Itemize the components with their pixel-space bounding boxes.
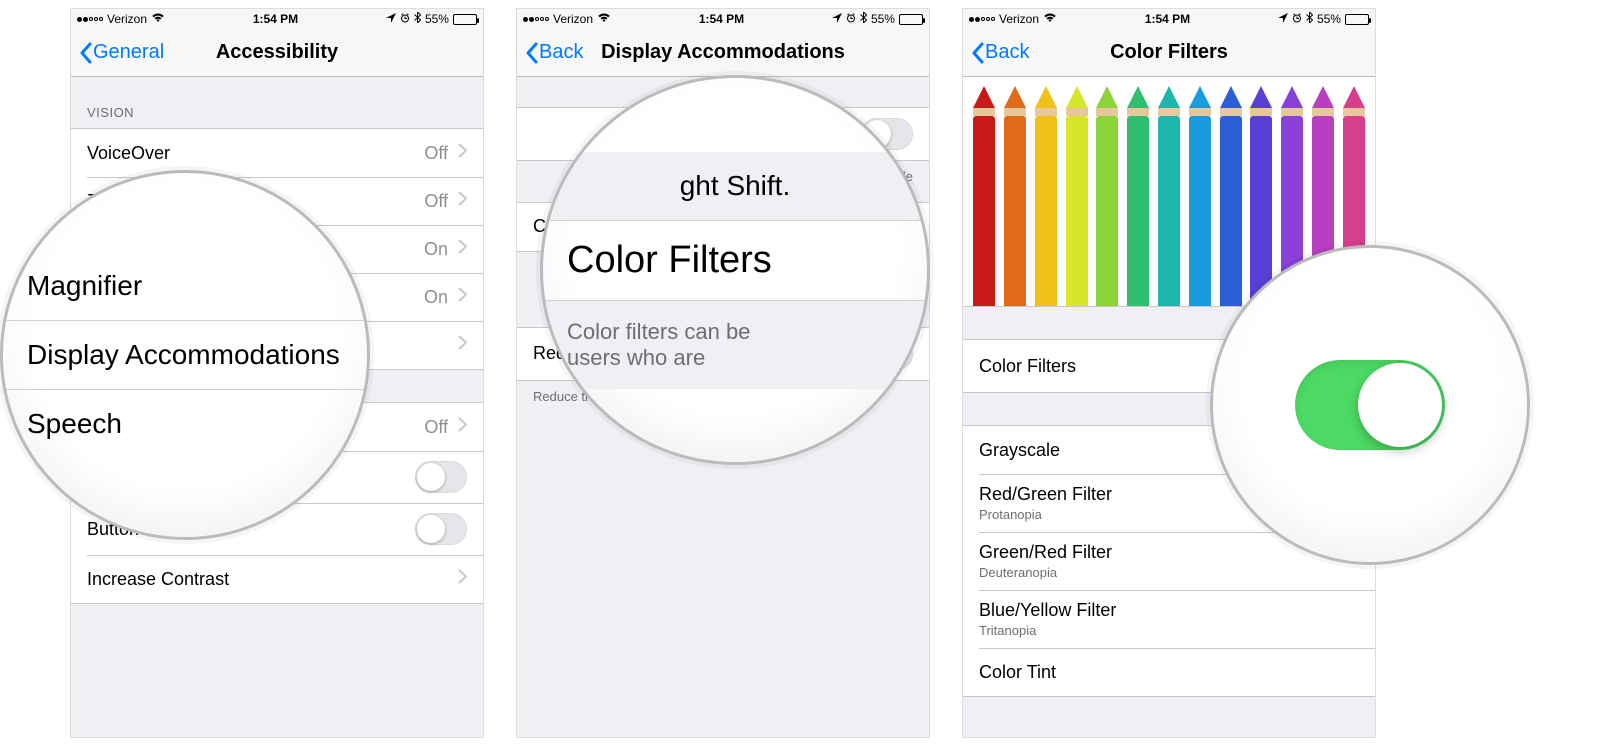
chevron-right-icon <box>458 191 467 211</box>
chevron-right-icon <box>458 569 467 589</box>
back-button[interactable]: Back <box>963 41 1029 64</box>
alarm-icon <box>846 12 856 26</box>
row-color-tint[interactable]: Color Tint <box>963 648 1375 696</box>
carrier-label: Verizon <box>999 12 1039 26</box>
magnifier-lens-2: ght Shift. Color Filters Color filters c… <box>540 75 930 465</box>
lens-text: ght Shift. <box>680 170 791 201</box>
battery-pct: 55% <box>1317 12 1341 26</box>
back-button[interactable]: General <box>71 41 164 64</box>
lens-text: Display Accommodations <box>27 339 340 370</box>
chevron-right-icon <box>458 239 467 259</box>
row-value: On <box>424 287 448 308</box>
back-label: General <box>93 41 164 64</box>
row-voiceover[interactable]: VoiceOver Off <box>71 129 483 177</box>
row-label: VoiceOver <box>87 143 170 164</box>
row-increase-contrast[interactable]: Increase Contrast <box>71 555 483 603</box>
alarm-icon <box>1292 12 1302 26</box>
status-time: 1:54 PM <box>699 12 744 26</box>
row-label: Color Filters <box>979 356 1076 377</box>
nav-bar: General Accessibility <box>71 29 483 77</box>
wifi-icon <box>597 12 611 26</box>
magnifier-lens-3 <box>1210 245 1530 565</box>
chevron-right-icon <box>458 287 467 307</box>
toggle-bold-text[interactable] <box>415 461 467 493</box>
row-sublabel: Deuteranopia <box>979 565 1112 580</box>
row-label: Red/Green Filter <box>979 484 1112 505</box>
row-blue-yellow[interactable]: Blue/Yellow Filter Tritanopia <box>963 590 1375 648</box>
pencil-icon <box>1094 86 1120 306</box>
toggle-color-filters-zoomed <box>1295 360 1445 450</box>
status-time: 1:54 PM <box>253 12 298 26</box>
row-label: Increase Contrast <box>87 569 229 590</box>
status-bar: Verizon 1:54 PM 55% <box>71 9 483 29</box>
lens-text: Speech <box>27 408 122 439</box>
battery-icon <box>899 14 923 25</box>
bluetooth-icon <box>1306 12 1313 26</box>
battery-pct: 55% <box>871 12 895 26</box>
chevron-right-icon <box>458 335 467 355</box>
row-value: Off <box>424 143 448 164</box>
back-label: Back <box>539 41 583 64</box>
status-bar: Verizon 1:54 PM 55% <box>963 9 1375 29</box>
bluetooth-icon <box>860 12 867 26</box>
toggle-button-shapes[interactable] <box>415 513 467 545</box>
section-header-vision: VISION <box>71 77 483 128</box>
signal-dots-icon <box>77 17 103 22</box>
row-label: Grayscale <box>979 440 1060 461</box>
row-value: On <box>424 239 448 260</box>
row-value: Off <box>424 191 448 212</box>
chevron-right-icon <box>458 143 467 163</box>
pencil-icon <box>1033 86 1059 306</box>
signal-dots-icon <box>969 17 995 22</box>
lens-text: users who are <box>567 345 705 370</box>
carrier-label: Verizon <box>553 12 593 26</box>
battery-pct: 55% <box>425 12 449 26</box>
magnifier-lens-1: Magnifier Display Accommodations Speech <box>0 170 370 540</box>
nav-bar: Back Display Accommodations <box>517 29 929 77</box>
lens-text: Magnifier <box>27 270 142 301</box>
wifi-icon <box>1043 12 1057 26</box>
bluetooth-icon <box>414 12 421 26</box>
pencil-icon <box>1156 86 1182 306</box>
pencil-icon <box>1125 86 1151 306</box>
pencil-icon <box>1187 86 1213 306</box>
back-label: Back <box>985 41 1029 64</box>
nav-bar: Back Color Filters <box>963 29 1375 77</box>
pencil-icon <box>1064 86 1090 306</box>
status-bar: Verizon 1:54 PM 55% <box>517 9 929 29</box>
alarm-icon <box>400 12 410 26</box>
row-label: Color Tint <box>979 662 1056 683</box>
status-time: 1:54 PM <box>1145 12 1190 26</box>
pencil-icon <box>971 86 997 306</box>
battery-icon <box>1345 14 1369 25</box>
pencil-icon <box>1248 86 1274 306</box>
carrier-label: Verizon <box>107 12 147 26</box>
location-icon <box>832 12 842 26</box>
row-label: Green/Red Filter <box>979 542 1112 563</box>
signal-dots-icon <box>523 17 549 22</box>
lens-text: Color filters can be <box>567 319 750 344</box>
pencil-icon <box>1002 86 1028 306</box>
chevron-right-icon <box>458 417 467 437</box>
location-icon <box>386 12 396 26</box>
row-sublabel: Tritanopia <box>979 623 1116 638</box>
row-label: Blue/Yellow Filter <box>979 600 1116 621</box>
battery-icon <box>453 14 477 25</box>
row-sublabel: Protanopia <box>979 507 1112 522</box>
location-icon <box>1278 12 1288 26</box>
pencil-icon <box>1218 86 1244 306</box>
wifi-icon <box>151 12 165 26</box>
lens-text: Color Filters <box>567 239 772 281</box>
back-button[interactable]: Back <box>517 41 583 64</box>
row-value: Off <box>424 417 448 438</box>
